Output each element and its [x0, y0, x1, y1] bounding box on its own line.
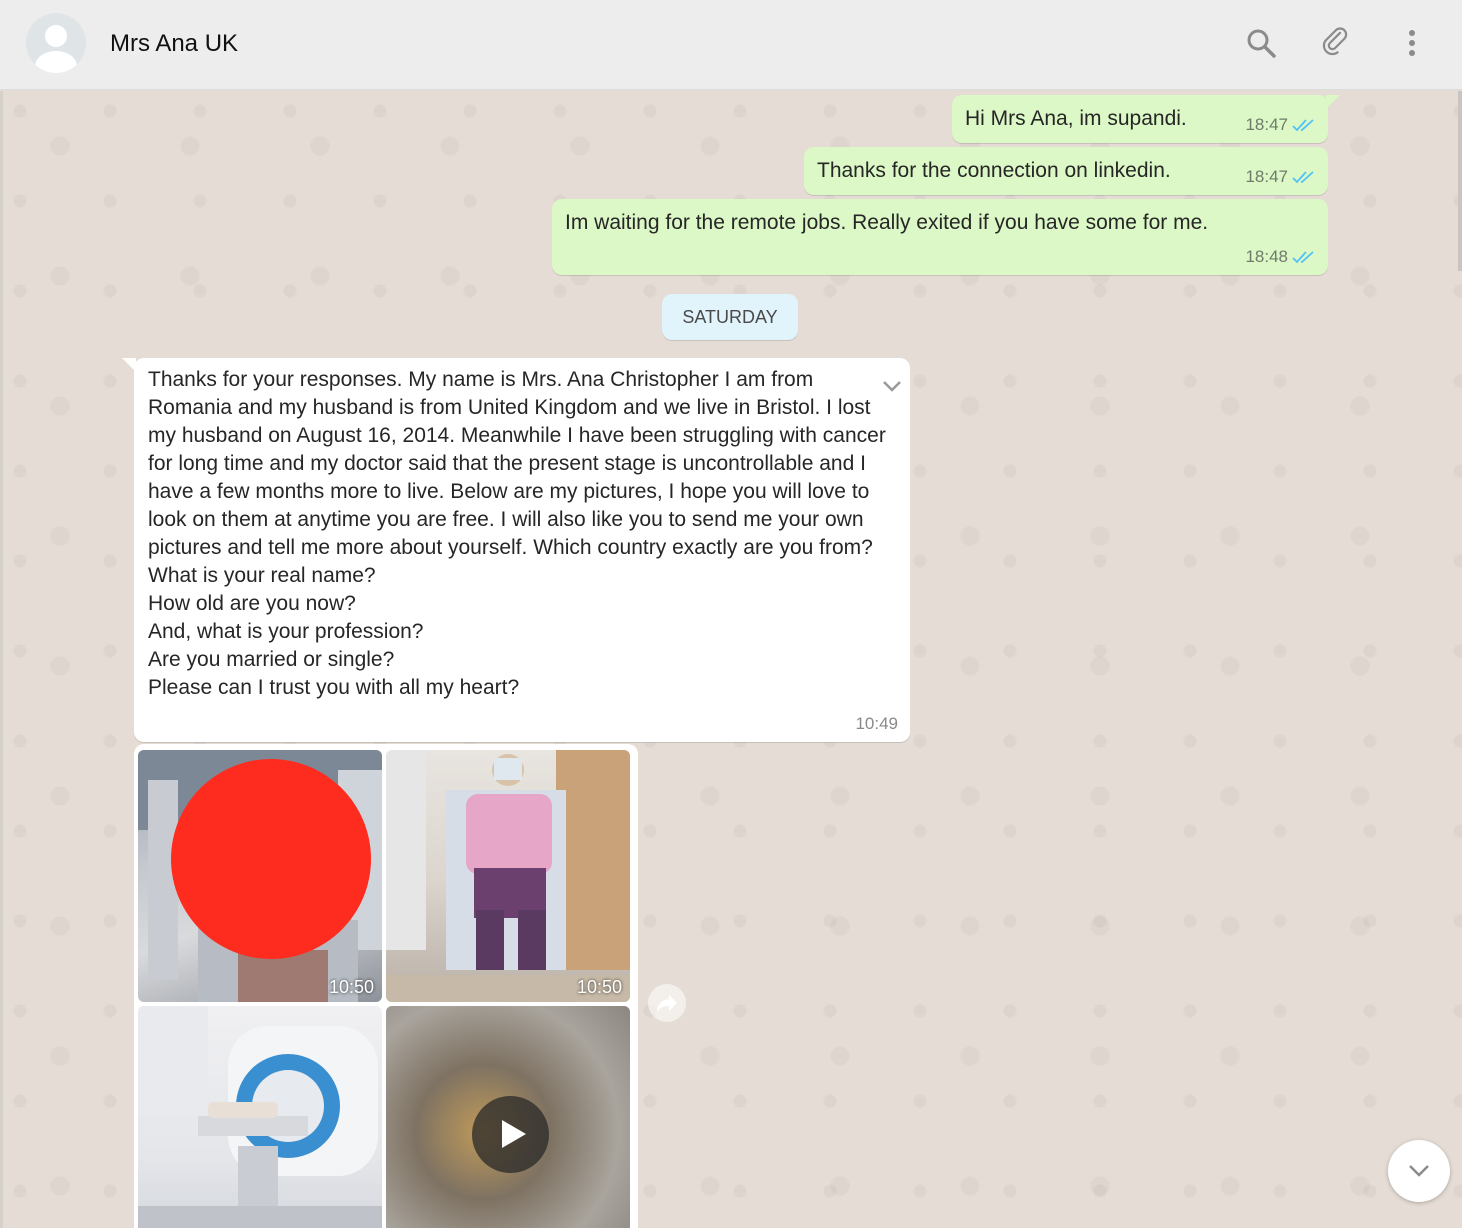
search-icon[interactable] [1244, 26, 1278, 60]
chevron-down-icon [1409, 1165, 1429, 1177]
patient-in-chair-photo [386, 750, 630, 1002]
photo-time: 10:50 [576, 977, 622, 997]
album-photo[interactable] [138, 1006, 382, 1228]
redaction-circle [171, 759, 371, 959]
photo-time: 10:50 [328, 977, 374, 997]
message-meta: 10:49 [855, 714, 898, 734]
incoming-message[interactable]: Thanks for your responses. My name is Mr… [134, 358, 910, 742]
message-time: 18:47 [1245, 167, 1288, 186]
avatar-head-shape [45, 25, 67, 47]
double-check-icon [1292, 251, 1314, 264]
day-separator: SATURDAY [662, 294, 798, 340]
forward-icon [657, 995, 677, 1012]
bubble-tail [1326, 95, 1340, 109]
chevron-down-icon [883, 381, 901, 392]
message-time: 18:47 [1245, 115, 1288, 134]
message-text: Thanks for the connection on linkedin. [817, 159, 1171, 182]
chat-header: Mrs Ana UK [0, 0, 1462, 90]
scrollbar-thumb[interactable] [1458, 91, 1462, 271]
message-meta: 18:48 [1245, 247, 1316, 267]
play-icon[interactable] [472, 1096, 549, 1173]
message-time: 10:49 [855, 714, 898, 733]
mri-scanner-photo [138, 1006, 382, 1228]
message-meta: 18:47 [1245, 115, 1316, 135]
outgoing-message[interactable]: Im waiting for the remote jobs. Really e… [552, 199, 1328, 275]
message-time: 18:48 [1245, 247, 1288, 266]
message-options-button[interactable] [862, 366, 902, 396]
panel-divider [0, 91, 3, 1228]
message-meta: 18:47 [1245, 167, 1316, 187]
forward-button[interactable] [648, 984, 686, 1022]
double-check-icon [1292, 119, 1314, 132]
outgoing-message[interactable]: Thanks for the connection on linkedin. 1… [804, 147, 1328, 195]
paperclip-icon[interactable] [1318, 26, 1352, 60]
message-text: Im waiting for the remote jobs. Really e… [565, 211, 1209, 234]
album-photo[interactable]: 10:50 [386, 750, 630, 1002]
avatar-body-shape [35, 51, 77, 73]
message-text: Thanks for your responses. My name is Mr… [148, 368, 886, 699]
message-text: Hi Mrs Ana, im supandi. [965, 107, 1187, 130]
outgoing-message[interactable]: Hi Mrs Ana, im supandi. 18:47 [952, 95, 1328, 143]
menu-icon[interactable] [1396, 26, 1430, 60]
contact-avatar[interactable] [26, 13, 86, 73]
contact-name[interactable]: Mrs Ana UK [110, 30, 238, 58]
double-check-icon [1292, 171, 1314, 184]
scroll-to-bottom-button[interactable] [1388, 1140, 1450, 1202]
